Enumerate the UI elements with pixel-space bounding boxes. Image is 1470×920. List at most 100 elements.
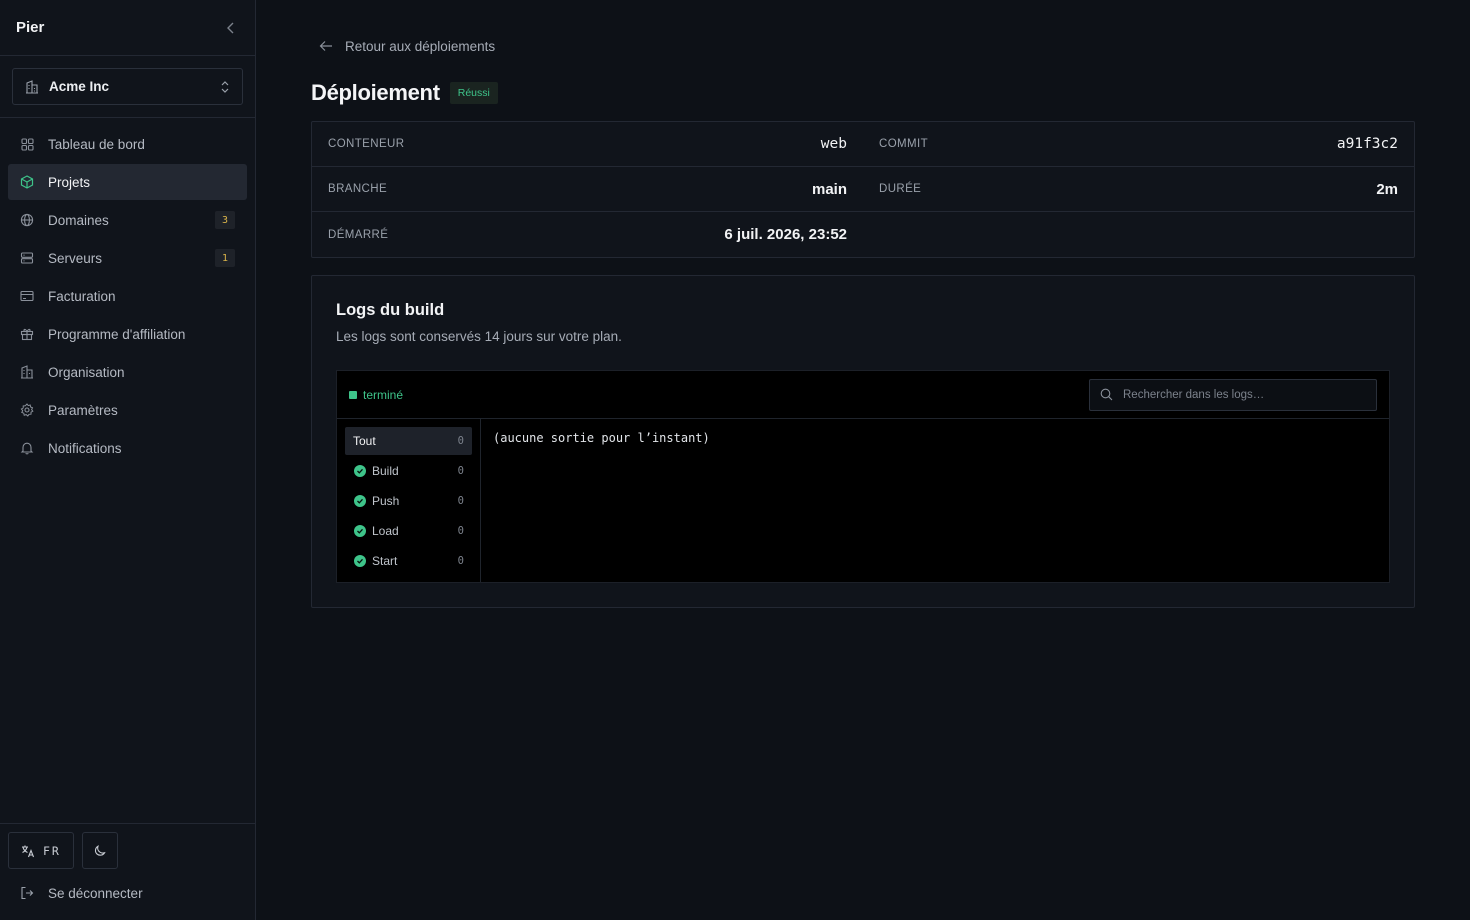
logout-label: Se déconnecter bbox=[48, 885, 143, 901]
step-label: Push bbox=[372, 494, 400, 508]
step-load[interactable]: Load 0 bbox=[345, 517, 472, 545]
step-label: Load bbox=[372, 524, 399, 538]
terminal-status-label: terminé bbox=[363, 387, 404, 402]
sidebar-footer: FR Se déconnecter bbox=[0, 823, 255, 920]
theme-toggle-button[interactable] bbox=[81, 832, 118, 869]
info-label: DURÉE bbox=[879, 183, 922, 195]
logout-button[interactable]: Se déconnecter bbox=[8, 883, 247, 903]
arrow-left-icon bbox=[319, 41, 332, 51]
terminal-status: terminé bbox=[349, 388, 403, 402]
logout-icon bbox=[21, 886, 34, 900]
sidebar-item-label: Domaines bbox=[48, 212, 109, 228]
terminal-body: Tout 0 Build 0 Push 0 Load 0 Start 0 (au… bbox=[337, 419, 1389, 582]
step-start[interactable]: Start 0 bbox=[345, 547, 472, 575]
sidebar-item-label: Paramètres bbox=[48, 402, 118, 418]
sidebar-item-notifications[interactable]: Notifications bbox=[8, 430, 247, 466]
step-count: 0 bbox=[457, 495, 464, 507]
log-output: (aucune sortie pour l’instant) bbox=[493, 431, 710, 445]
sidebar-header: Pier bbox=[0, 0, 255, 56]
info-empty bbox=[863, 212, 1414, 257]
info-label: CONTENEUR bbox=[328, 138, 405, 150]
app: Pier Acme Inc Tableau de bord Projets Do… bbox=[0, 0, 1470, 920]
sidebar-item-label: Serveurs bbox=[48, 250, 103, 266]
status-badge: Réussi bbox=[449, 82, 498, 104]
building-icon bbox=[20, 365, 34, 379]
sidebar-item-dashboard[interactable]: Tableau de bord bbox=[8, 126, 247, 162]
back-to-deployments-link[interactable]: Retour aux déploiements bbox=[319, 36, 1415, 56]
step-count: 0 bbox=[457, 465, 464, 477]
page-title: Déploiement bbox=[311, 80, 440, 105]
sidebar-item-label: Organisation bbox=[48, 364, 125, 380]
build-logs-card: Logs du build Les logs sont conservés 14… bbox=[311, 275, 1415, 608]
step-label: Start bbox=[372, 554, 398, 568]
sidebar-nav: Tableau de bord Projets Domaines 3 Serve… bbox=[0, 118, 255, 474]
step-build[interactable]: Build 0 bbox=[345, 457, 472, 485]
branch-value: main bbox=[811, 180, 847, 198]
logs-subtitle: Les logs sont conservés 14 jours sur vot… bbox=[336, 329, 622, 344]
cube-icon bbox=[20, 175, 34, 189]
check-circle-icon bbox=[354, 525, 366, 537]
language-switch-button[interactable]: FR bbox=[8, 832, 74, 869]
info-commit: COMMIT a91f3c2 bbox=[863, 122, 1414, 167]
step-count: 0 bbox=[457, 555, 464, 567]
server-icon bbox=[20, 251, 34, 265]
sidebar-item-settings[interactable]: Paramètres bbox=[8, 392, 247, 428]
terminal-toolbar: terminé bbox=[337, 371, 1389, 419]
sidebar-item-label: Facturation bbox=[48, 288, 116, 304]
log-search bbox=[1089, 378, 1377, 411]
collapse-sidebar-button[interactable] bbox=[223, 20, 239, 36]
sidebar-item-affiliate[interactable]: Programme d'affiliation bbox=[8, 316, 247, 352]
log-terminal: terminé Tout 0 B bbox=[336, 370, 1390, 583]
info-started: DÉMARRÉ 6 juil. 2026, 23:52 bbox=[312, 212, 863, 257]
globe-icon bbox=[20, 213, 34, 227]
sidebar-item-organization[interactable]: Organisation bbox=[8, 354, 247, 390]
container-value: web bbox=[820, 136, 847, 152]
sidebar-item-domains[interactable]: Domaines 3 bbox=[8, 202, 247, 238]
sidebar-item-label: Tableau de bord bbox=[48, 136, 145, 152]
step-all[interactable]: Tout 0 bbox=[345, 427, 472, 455]
brand-name: Pier bbox=[16, 19, 45, 36]
step-count: 0 bbox=[457, 525, 464, 537]
info-label: DÉMARRÉ bbox=[328, 228, 389, 241]
check-circle-icon bbox=[354, 495, 366, 507]
search-icon bbox=[1100, 388, 1113, 401]
main-content: Retour aux déploiements Déploiement Réus… bbox=[256, 0, 1470, 920]
logs-title: Logs du build bbox=[336, 301, 445, 319]
building-icon bbox=[26, 79, 38, 94]
sidebar-item-label: Notifications bbox=[48, 440, 122, 456]
status-square-icon bbox=[349, 390, 357, 399]
commit-value: a91f3c2 bbox=[1336, 136, 1398, 152]
footer-controls: FR bbox=[8, 832, 247, 869]
info-label: COMMIT bbox=[879, 138, 929, 150]
check-circle-icon bbox=[354, 465, 366, 477]
deployment-info-card: CONTENEUR web COMMIT a91f3c2 BRANCHE mai… bbox=[311, 121, 1415, 258]
sidebar-item-servers[interactable]: Serveurs 1 bbox=[8, 240, 247, 276]
moon-icon bbox=[94, 844, 106, 856]
info-duration: DURÉE 2m bbox=[863, 167, 1414, 212]
credit-card-icon bbox=[20, 289, 34, 303]
check-circle-icon bbox=[354, 555, 366, 567]
org-switcher[interactable]: Acme Inc bbox=[12, 68, 243, 105]
gift-icon bbox=[20, 327, 34, 341]
domains-count-badge: 3 bbox=[215, 211, 235, 229]
step-push[interactable]: Push 0 bbox=[345, 487, 472, 515]
log-search-input[interactable] bbox=[1123, 388, 1366, 401]
grid-icon bbox=[20, 137, 34, 151]
back-label: Retour aux déploiements bbox=[345, 38, 496, 54]
sidebar-item-label: Projets bbox=[48, 174, 91, 190]
step-count: 0 bbox=[457, 435, 464, 447]
sidebar-item-projects[interactable]: Projets bbox=[8, 164, 247, 200]
bell-icon bbox=[20, 441, 34, 455]
org-switcher-wrap: Acme Inc bbox=[0, 56, 255, 118]
chevron-left-icon bbox=[227, 22, 234, 33]
title-row: Déploiement Réussi bbox=[311, 79, 1415, 107]
chevron-updown-icon bbox=[221, 80, 229, 93]
info-label: BRANCHE bbox=[328, 183, 388, 195]
info-container: CONTENEUR web bbox=[312, 122, 863, 167]
translate-icon bbox=[22, 845, 35, 857]
sidebar: Pier Acme Inc Tableau de bord Projets Do… bbox=[0, 0, 256, 920]
duration-value: 2m bbox=[1376, 180, 1398, 198]
info-branch: BRANCHE main bbox=[312, 167, 863, 212]
language-label: FR bbox=[43, 843, 61, 858]
sidebar-item-billing[interactable]: Facturation bbox=[8, 278, 247, 314]
